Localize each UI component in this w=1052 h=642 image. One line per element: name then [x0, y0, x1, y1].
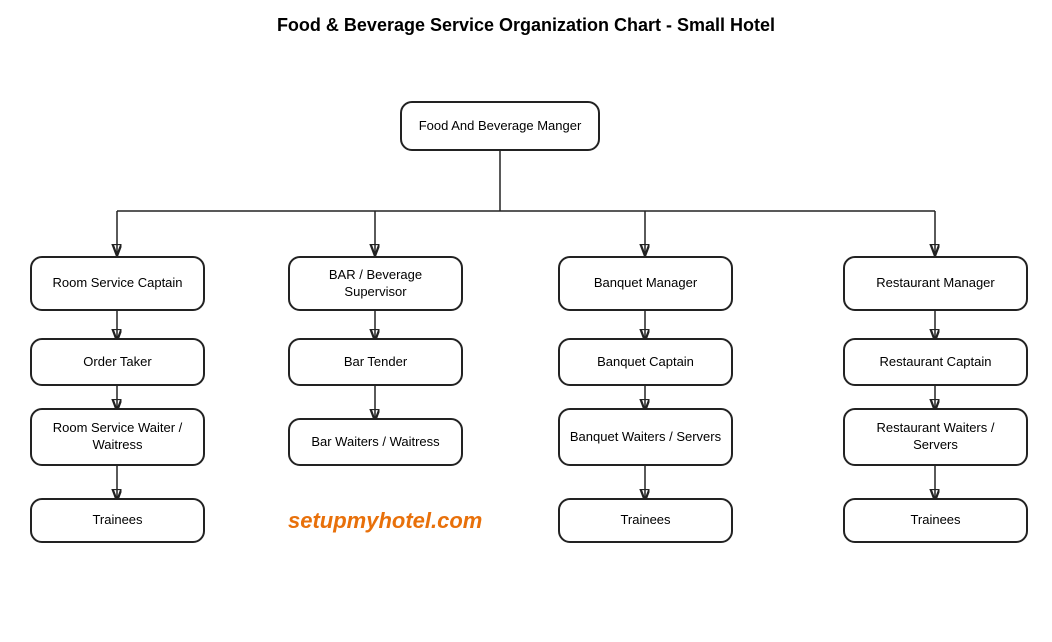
watermark: setupmyhotel.com	[288, 508, 482, 534]
node-bar-waiters: Bar Waiters / Waitress	[288, 418, 463, 466]
node-room-captain: Room Service Captain	[30, 256, 205, 311]
node-banquet-waiters: Banquet Waiters / Servers	[558, 408, 733, 466]
node-trainees-1: Trainees	[30, 498, 205, 543]
node-order-taker: Order Taker	[30, 338, 205, 386]
node-banquet-capt: Banquet Captain	[558, 338, 733, 386]
node-rest-mgr: Restaurant Manager	[843, 256, 1028, 311]
node-banquet-mgr: Banquet Manager	[558, 256, 733, 311]
org-chart: Food And Beverage Manger Room Service Ca…	[10, 46, 1042, 586]
node-rest-capt: Restaurant Captain	[843, 338, 1028, 386]
node-trainees-3: Trainees	[558, 498, 733, 543]
node-rest-waiters: Restaurant Waiters / Servers	[843, 408, 1028, 466]
node-bar-tender: Bar Tender	[288, 338, 463, 386]
node-room-waiter: Room Service Waiter / Waitress	[30, 408, 205, 466]
node-trainees-4: Trainees	[843, 498, 1028, 543]
page: Food & Beverage Service Organization Cha…	[0, 0, 1052, 642]
page-title: Food & Beverage Service Organization Cha…	[10, 15, 1042, 36]
node-bar-sup: BAR / Beverage Supervisor	[288, 256, 463, 311]
node-manager: Food And Beverage Manger	[400, 101, 600, 151]
